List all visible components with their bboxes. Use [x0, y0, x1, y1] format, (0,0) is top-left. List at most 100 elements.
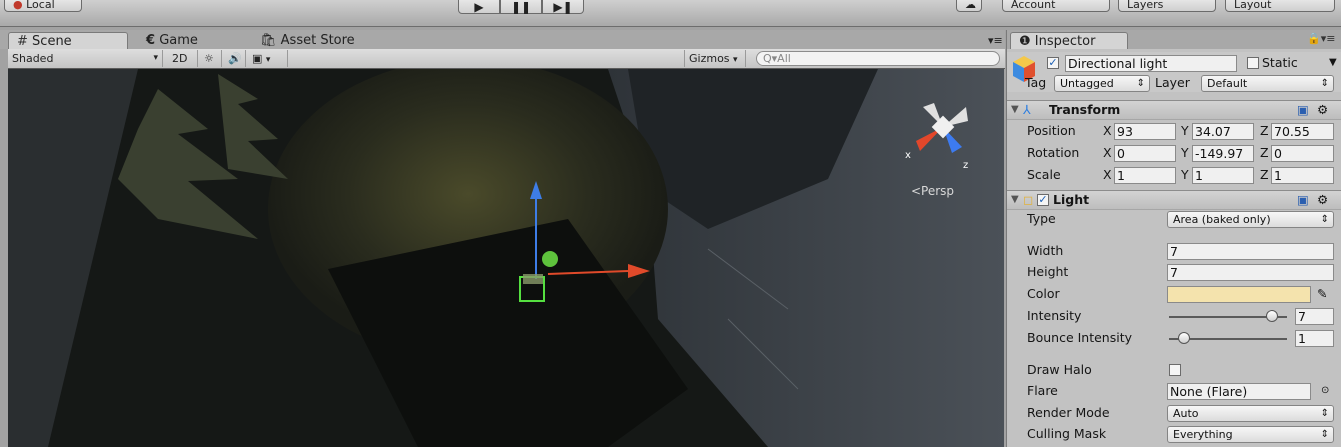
- static-label: Static: [1262, 55, 1298, 70]
- color-swatch[interactable]: [1167, 286, 1311, 303]
- light-title: Light: [1053, 192, 1090, 207]
- scale-x-field[interactable]: 1: [1114, 167, 1176, 184]
- info-icon: ❶: [1019, 34, 1031, 49]
- rotation-x-field[interactable]: 0: [1114, 145, 1176, 162]
- light-header[interactable]: ▼ ◻ ✓ Light ▣ ⚙: [1007, 190, 1341, 210]
- gear-icon[interactable]: ⚙: [1317, 101, 1328, 119]
- draw-halo-checkbox[interactable]: [1169, 364, 1181, 376]
- flare-field[interactable]: None (Flare): [1167, 383, 1311, 400]
- inspector-panel: ❶ Inspector 🔒▾≡ ✓ Directional light Stat…: [1006, 30, 1341, 447]
- axis-z-label: z: [963, 160, 968, 171]
- pivot-rotation-button[interactable]: ● Local: [4, 0, 82, 12]
- active-checkbox[interactable]: ✓: [1047, 57, 1059, 69]
- sun-icon: ☼: [204, 52, 214, 65]
- gear-icon[interactable]: ⚙: [1317, 191, 1328, 209]
- scene-tab-strip: # Scene € Game 🛍 Asset Store ▾≡: [0, 30, 1005, 49]
- position-x-field[interactable]: 93: [1114, 123, 1176, 140]
- tag-dropdown[interactable]: Untagged ⇕: [1054, 75, 1150, 92]
- layout-dropdown[interactable]: Layout: [1225, 0, 1335, 12]
- position-row: Position X 93 Y 34.07 Z 70.55: [1007, 122, 1341, 142]
- tag-label: Tag: [1025, 75, 1047, 90]
- width-field[interactable]: 7: [1167, 243, 1334, 260]
- cloud-icon: ☁: [965, 0, 976, 11]
- pause-button[interactable]: ❚❚: [500, 0, 542, 14]
- axis-x-label: x: [905, 150, 911, 161]
- rotation-row: Rotation X 0 Y -149.97 Z 0: [1007, 144, 1341, 164]
- position-z-field[interactable]: 70.55: [1271, 123, 1334, 140]
- light-type-dropdown[interactable]: Area (baked only) ⇕: [1167, 211, 1334, 228]
- draw-halo-row: Draw Halo: [1007, 361, 1341, 381]
- position-y-field[interactable]: 34.07: [1192, 123, 1254, 140]
- transform-title: Transform: [1049, 102, 1121, 117]
- culling-mask-dropdown[interactable]: Everything ⇕: [1167, 426, 1334, 443]
- image-icon: ▣: [252, 52, 263, 65]
- scale-y-field[interactable]: 1: [1192, 167, 1254, 184]
- updown-arrow-icon: ⇕: [1320, 78, 1329, 89]
- inspector-tab-strip: ❶ Inspector 🔒▾≡: [1007, 30, 1341, 49]
- account-dropdown[interactable]: Account: [1002, 0, 1110, 12]
- draw-mode-dropdown[interactable]: Shaded ▾: [8, 50, 163, 67]
- perspective-label[interactable]: <Persp: [911, 184, 954, 198]
- render-mode-dropdown[interactable]: Auto ⇕: [1167, 405, 1334, 422]
- bounce-intensity-field[interactable]: 1: [1295, 330, 1334, 347]
- rotation-y-field[interactable]: -149.97: [1192, 145, 1254, 162]
- bounce-slider-handle[interactable]: [1177, 332, 1190, 344]
- tab-game[interactable]: € Game: [138, 32, 238, 49]
- type-row: Type Area (baked only) ⇕: [1007, 210, 1341, 230]
- layers-dropdown[interactable]: Layers: [1118, 0, 1216, 12]
- scale-z-field[interactable]: 1: [1271, 167, 1334, 184]
- height-row: Height 7: [1007, 263, 1341, 283]
- scene-viewport-graphic: x z <Persp: [8, 69, 1004, 447]
- object-picker-icon[interactable]: ⊙: [1321, 382, 1329, 400]
- layer-label: Layer: [1155, 75, 1190, 90]
- intensity-slider-handle[interactable]: [1266, 310, 1279, 322]
- lock-icon[interactable]: 🔒▾≡: [1307, 32, 1335, 45]
- intensity-field[interactable]: 7: [1295, 308, 1334, 325]
- light-enabled-checkbox[interactable]: ✓: [1037, 194, 1049, 206]
- scene-view[interactable]: x z <Persp: [8, 69, 1004, 447]
- tab-inspector[interactable]: ❶ Inspector: [1010, 32, 1128, 49]
- chevron-down-icon: ▾: [733, 55, 738, 65]
- help-icon[interactable]: ▣: [1297, 101, 1309, 119]
- tab-asset-store[interactable]: 🛍 Asset Store: [252, 32, 372, 49]
- speaker-icon: 🔊: [228, 52, 242, 65]
- play-button[interactable]: ▶: [458, 0, 500, 14]
- transform-header[interactable]: ▼ ⅄ Transform ▣ ⚙: [1007, 100, 1341, 120]
- bounce-intensity-row: Bounce Intensity 1: [1007, 329, 1341, 349]
- eyedropper-icon[interactable]: ✎: [1317, 285, 1327, 303]
- 2d-toggle[interactable]: 2D: [168, 50, 198, 67]
- color-row: Color ✎: [1027, 285, 1328, 303]
- lighting-toggle[interactable]: ☼: [200, 50, 222, 67]
- object-header: ✓ Directional light Static ▼ Tag Untagge…: [1007, 52, 1341, 92]
- height-field[interactable]: 7: [1167, 264, 1334, 281]
- tab-scene[interactable]: # Scene: [8, 32, 128, 49]
- scene-icon: #: [17, 34, 28, 49]
- transform-icon: ⅄: [1023, 102, 1031, 117]
- culling-mask-row: Culling Mask Everything ⇕: [1007, 425, 1341, 445]
- updown-arrow-icon: ⇕: [1136, 78, 1145, 89]
- object-name-field[interactable]: Directional light: [1065, 55, 1237, 72]
- store-icon: 🛍: [260, 33, 277, 48]
- chevron-down-icon: ▾: [265, 55, 271, 65]
- updown-arrow-icon: ⇕: [1320, 408, 1329, 419]
- effects-dropdown[interactable]: ▣ ▾: [248, 50, 288, 67]
- step-button[interactable]: ▶❚: [542, 0, 584, 14]
- cloud-button[interactable]: ☁: [956, 0, 982, 12]
- scene-search-input[interactable]: Q▾All: [756, 51, 1000, 66]
- render-mode-row: Render Mode Auto ⇕: [1007, 404, 1341, 424]
- scale-row: Scale X 1 Y 1 Z 1: [1007, 166, 1341, 186]
- panel-menu-icon[interactable]: ▾≡: [980, 32, 1004, 49]
- foldout-arrow-icon[interactable]: ▼: [1011, 191, 1019, 209]
- chevron-down-icon: ▾: [153, 53, 158, 63]
- game-icon: €: [146, 33, 156, 48]
- layer-dropdown[interactable]: Default ⇕: [1201, 75, 1334, 92]
- rotation-z-field[interactable]: 0: [1271, 145, 1334, 162]
- foldout-arrow-icon[interactable]: ▼: [1011, 101, 1019, 119]
- static-checkbox[interactable]: [1247, 57, 1259, 69]
- updown-arrow-icon: ⇕: [1320, 429, 1329, 440]
- audio-toggle[interactable]: 🔊: [224, 50, 246, 67]
- chevron-down-icon[interactable]: ▼: [1329, 54, 1337, 72]
- help-icon[interactable]: ▣: [1297, 191, 1309, 209]
- gizmos-dropdown[interactable]: Gizmos ▾: [684, 50, 746, 67]
- intensity-row: Intensity 7: [1007, 307, 1341, 327]
